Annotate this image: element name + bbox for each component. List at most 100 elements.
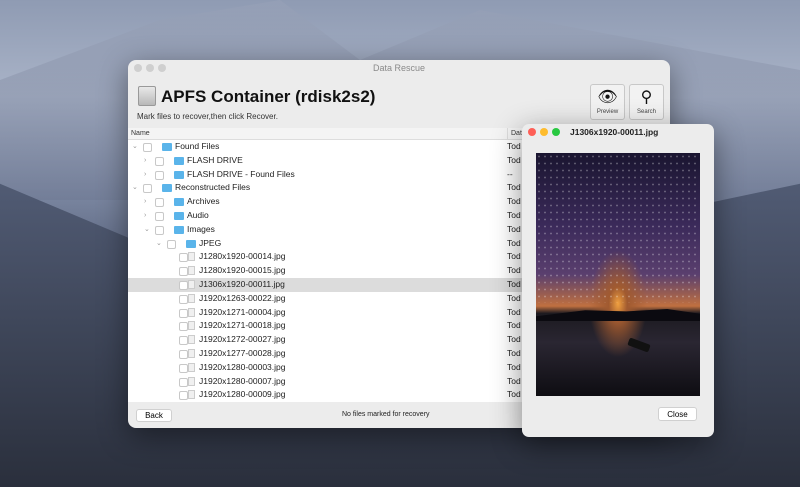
row-name: J1280x1920-00014.jpg: [199, 251, 286, 262]
file-icon: [188, 390, 195, 400]
row-name: Reconstructed Files: [175, 182, 251, 193]
row-date: Tod: [507, 141, 521, 151]
window-title: Data Rescue: [372, 63, 426, 73]
chevron-right-icon[interactable]: ›: [144, 209, 152, 223]
row-name: Archives: [187, 196, 220, 207]
row-name: Images: [187, 223, 215, 234]
row-name: J1920x1263-00022.jpg: [199, 292, 286, 303]
row-checkbox[interactable]: [155, 170, 164, 180]
zoom-window-button[interactable]: [552, 128, 560, 136]
column-name[interactable]: Name: [131, 130, 150, 137]
folder-icon: [162, 143, 172, 151]
row-date: Tod: [507, 237, 521, 248]
folder-icon: [174, 170, 184, 179]
file-icon: [188, 279, 195, 289]
row-date: Tod: [507, 278, 521, 289]
minimize-window-button[interactable]: [540, 128, 548, 136]
row-checkbox[interactable]: [155, 211, 164, 221]
row-date: Tod: [507, 182, 521, 193]
close-window-button[interactable]: [528, 128, 536, 136]
folder-icon: [174, 156, 184, 165]
row-checkbox[interactable]: [179, 336, 188, 346]
eye-icon: 👁: [597, 89, 618, 106]
folder-icon: [186, 239, 196, 248]
folder-icon: [174, 211, 184, 220]
row-checkbox[interactable]: [143, 143, 152, 152]
row-name: FLASH DRIVE - Found Files: [187, 168, 295, 179]
folder-icon: [174, 198, 184, 207]
chevron-right-icon[interactable]: ›: [144, 154, 152, 168]
page-title: APFS Container (rdisk2s2): [161, 87, 376, 106]
row-name: J1920x1272-00027.jpg: [199, 334, 286, 345]
file-icon: [188, 321, 195, 331]
row-name: J1920x1280-00009.jpg: [199, 389, 286, 400]
file-icon: [188, 293, 195, 303]
row-checkbox[interactable]: [179, 349, 188, 359]
chevron-down-icon[interactable]: ⌄: [144, 223, 152, 237]
row-name: J1280x1920-00015.jpg: [199, 265, 286, 276]
file-icon: [188, 252, 195, 262]
zoom-window-button[interactable]: [158, 64, 166, 72]
row-name: FLASH DRIVE: [187, 154, 243, 165]
row-date: Tod: [507, 209, 521, 220]
folder-icon: [174, 225, 184, 234]
row-checkbox[interactable]: [155, 198, 164, 208]
search-label: Search: [636, 109, 656, 115]
row-checkbox[interactable]: [167, 239, 176, 249]
chevron-down-icon[interactable]: ⌄: [132, 181, 140, 195]
row-checkbox[interactable]: [155, 156, 164, 166]
row-name: J1920x1280-00007.jpg: [199, 375, 286, 386]
row-date: Tod: [507, 375, 521, 386]
chevron-right-icon[interactable]: ›: [144, 195, 152, 209]
row-name: JPEG: [199, 237, 222, 248]
row-checkbox[interactable]: [179, 322, 188, 332]
row-checkbox[interactable]: [179, 391, 188, 401]
file-icon: [188, 348, 195, 358]
row-checkbox[interactable]: [179, 280, 188, 290]
disk-icon: [138, 86, 156, 106]
row-name: Found Files: [175, 141, 220, 151]
row-date: --: [507, 168, 513, 179]
minimize-window-button[interactable]: [146, 64, 154, 72]
preview-label: Preview: [596, 109, 619, 115]
chevron-down-icon[interactable]: ⌄: [132, 140, 140, 154]
row-checkbox[interactable]: [179, 377, 188, 387]
row-checkbox[interactable]: [179, 294, 188, 304]
preview-button[interactable]: 👁 Preview: [590, 84, 625, 120]
search-icon: ⚲: [640, 89, 653, 106]
header: APFS Container (rdisk2s2) Mark files to …: [128, 76, 670, 128]
row-checkbox[interactable]: [179, 253, 188, 263]
row-checkbox[interactable]: [143, 184, 152, 194]
row-checkbox[interactable]: [179, 308, 188, 318]
file-icon: [188, 376, 195, 386]
row-date: Tod: [507, 223, 521, 234]
row-date: Tod: [507, 334, 521, 345]
row-date: Tod: [507, 154, 521, 165]
search-button[interactable]: ⚲ Search: [629, 84, 664, 120]
row-date: Tod: [507, 265, 521, 276]
chevron-down-icon[interactable]: ⌄: [156, 237, 164, 251]
title-bar: Data Rescue: [128, 60, 670, 76]
back-button[interactable]: Back: [136, 409, 172, 422]
status-text: No files marked for recovery: [342, 411, 430, 418]
row-date: Tod: [507, 347, 521, 358]
row-checkbox[interactable]: [155, 225, 164, 235]
row-name: J1920x1280-00003.jpg: [199, 361, 286, 372]
file-icon: [188, 307, 195, 317]
row-date: Tod: [507, 320, 521, 331]
file-icon: [188, 362, 195, 372]
row-name: J1306x1920-00011.jpg: [199, 278, 285, 289]
row-checkbox[interactable]: [179, 363, 188, 373]
file-icon: [188, 266, 195, 276]
row-name: J1920x1271-00004.jpg: [199, 306, 286, 317]
row-date: Tod: [507, 361, 521, 372]
close-button[interactable]: Close: [658, 407, 697, 421]
row-checkbox[interactable]: [179, 267, 188, 277]
close-window-button[interactable]: [134, 64, 142, 72]
row-date: Tod: [507, 196, 521, 207]
instructions: Mark files to recover,then click Recover…: [137, 112, 278, 121]
row-name: J1920x1271-00018.jpg: [199, 320, 286, 331]
folder-icon: [162, 184, 172, 193]
chevron-right-icon[interactable]: ›: [144, 168, 152, 182]
row-name: Audio: [187, 209, 209, 220]
